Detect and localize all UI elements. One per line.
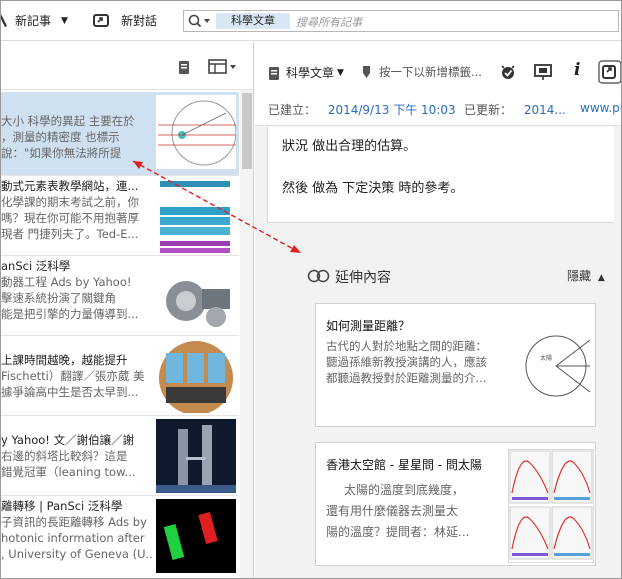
new-chat-label: 新對話 xyxy=(121,14,158,28)
note-snippet-line: 動器工程 Ads by Yahoo! xyxy=(1,275,132,289)
related-card-snippet: 古代的人對於地點之間的距離： xyxy=(326,339,487,353)
search-scope-chip[interactable]: 科學文章 xyxy=(216,13,290,29)
created-date: 已建立： 2014/9/13 下午 10:03 xyxy=(268,101,456,118)
related-card-snippet: 聽過孫維新教授演講的人，應該 xyxy=(326,355,487,369)
tag-area[interactable]: 按一下以新增標籤... xyxy=(361,64,482,80)
related-content-title: 延伸內容 xyxy=(335,270,391,286)
reminder-icon[interactable] xyxy=(499,63,517,81)
note-list-item[interactable]: 離轉移 | PanSci 泛科學 子資訊的長距離轉移 Ads by hotoni… xyxy=(1,496,239,578)
top-toolbar: 新記事 ▼ 新對話 科學文章 搜尋所有記事 xyxy=(1,1,621,41)
related-card-title: 香港太空館 - 星星問 - 問太陽 xyxy=(326,458,482,472)
presentation-icon[interactable] xyxy=(534,63,552,81)
related-content-icon xyxy=(307,269,330,283)
note-list-panel: 大小 科學的異起 主要在於 ，測量的精密度 也標示 說："如果你無法將所提 動式… xyxy=(1,42,254,578)
note-snippet-line: 子資訊的長距離轉移 Ads by xyxy=(1,515,147,529)
related-card-snippet: 還有用什麼儀器去測量太 xyxy=(326,504,459,518)
chevron-down-icon[interactable]: ▼ xyxy=(61,16,68,26)
note-snippet-line: 說："如果你無法將所提 xyxy=(1,146,122,160)
note-editor-panel: 科學文章 ▼ 按一下以新增標籤... i 已建立： 2014/9/13 下午 1… xyxy=(255,42,621,578)
note-thumbnail xyxy=(156,419,236,493)
new-chat-button[interactable]: 新對話 xyxy=(93,12,157,29)
chat-icon xyxy=(93,13,109,27)
source-url[interactable]: www.ph xyxy=(580,101,621,115)
related-card[interactable]: 如何測量距離？ 古代的人對於地點之間的距離： 聽過孫維新教授演講的人，應該 都聽… xyxy=(315,303,596,427)
note-thumbnail xyxy=(156,259,236,333)
updated-label: 已更新： xyxy=(464,103,513,117)
note-title: 動式元素表教學網站，連... xyxy=(1,179,139,193)
new-note-icon xyxy=(1,13,7,27)
hide-related-label: 隱藏 xyxy=(567,269,592,283)
diagram-label-sun: 太陽 xyxy=(540,354,552,362)
created-value[interactable]: 2014/9/13 下午 10:03 xyxy=(328,103,456,117)
share-icon[interactable] xyxy=(598,60,621,84)
note-snippet-line: 擊速系統扮演了關鍵角 xyxy=(1,291,116,305)
note-body[interactable]: 狀況 做出合理的估算。 然後 做為 下定決策 時的參考。 xyxy=(267,127,621,223)
chevron-down-icon: ▼ xyxy=(337,67,344,78)
note-title: 上課時間越晚，越能提升 xyxy=(1,353,128,367)
note-list-item[interactable]: y Yahoo! 文／謝伯讓／謝 右邊的斜塔比較斜？這是 錯覺冠軍（leanin… xyxy=(1,416,239,496)
new-note-button[interactable]: 新記事 ▼ xyxy=(1,12,68,29)
tag-input[interactable]: 按一下以新增標籤... xyxy=(379,64,482,80)
note-snippet-line: 現者 門捷列夫了。Ted-E... xyxy=(1,227,139,241)
note-thumbnail xyxy=(156,499,236,573)
note-body-line: 狀況 做出合理的估算。 xyxy=(282,139,417,154)
note-body-line: 然後 做為 下定決策 時的參考。 xyxy=(282,181,464,196)
note-snippet-line: 化學課的期末考試之前，你 xyxy=(1,195,139,209)
note-snippet-line: 嗎？現在你可能不用抱著厚 xyxy=(1,211,139,225)
notebook-icon xyxy=(269,66,279,80)
note-snippet-line: 能是把引擎的力量傳導到... xyxy=(1,307,139,321)
note-title: y Yahoo! 文／謝伯讓／謝 xyxy=(1,433,135,447)
tag-icon xyxy=(363,66,370,78)
info-icon[interactable]: i xyxy=(574,60,580,80)
note-body-edge xyxy=(614,127,621,223)
note-title: 離轉移 | PanSci 泛科學 xyxy=(1,499,123,513)
source-url-value[interactable]: www.ph xyxy=(580,101,621,115)
related-card-snippet: 太陽的溫度到底幾度， xyxy=(344,483,465,497)
note-title: anSci 泛科學 xyxy=(1,259,71,273)
related-card-snippet: 都聽過教授對於距離測量的介... xyxy=(326,371,487,385)
notebook-selector[interactable]: 科學文章 ▼ xyxy=(268,64,344,81)
note-snippet-line: hotonic information after xyxy=(1,531,145,545)
notebook-icon[interactable] xyxy=(178,59,190,75)
search-box[interactable]: 科學文章 搜尋所有記事 xyxy=(183,10,619,32)
updated-value[interactable]: 2014... xyxy=(524,103,566,117)
note-list-item[interactable]: 上課時間越晚，越能提升 Fischetti）翻譯／張亦葳 美 據爭論高中生是否太… xyxy=(1,336,239,416)
note-list-header xyxy=(1,42,253,90)
note-thumbnail xyxy=(156,339,236,413)
note-snippet-line: 據爭論高中生是否太早到... xyxy=(1,385,139,399)
note-list-item[interactable]: 動式元素表教學網站，連... 化學課的期末考試之前，你 嗎？現在你可能不用抱著厚… xyxy=(1,176,239,256)
related-card-snippet: 陽的溫度？提問者：林延... xyxy=(326,525,470,539)
search-input[interactable]: 搜尋所有記事 xyxy=(296,14,362,30)
related-card-image: 太陽 xyxy=(522,312,594,420)
note-snippet-line: , University of Geneva (U... xyxy=(1,547,153,561)
related-card-title: 如何測量距離？ xyxy=(326,319,411,333)
created-label: 已建立： xyxy=(268,103,317,117)
related-card[interactable]: 香港太空館 - 星星問 - 問太陽 太陽的溫度到底幾度， 還有用什麼儀器去測量太… xyxy=(315,442,596,566)
chevron-up-icon: ▲ xyxy=(597,273,605,283)
scrollbar-thumb[interactable] xyxy=(242,93,252,169)
search-icon[interactable] xyxy=(187,12,213,30)
view-options-icon[interactable] xyxy=(208,59,236,75)
note-list-scrollbar[interactable] xyxy=(240,90,253,578)
note-list-item[interactable]: 大小 科學的異起 主要在於 ，測量的精密度 也標示 說："如果你無法將所提 xyxy=(1,92,239,176)
note-thumbnail xyxy=(156,95,236,169)
note-thumbnail xyxy=(156,179,236,253)
editor-header: 科學文章 ▼ 按一下以新增標籤... i 已建立： 2014/9/13 下午 1… xyxy=(255,42,621,126)
new-note-label: 新記事 xyxy=(15,14,52,28)
updated-date: 已更新： 2014... xyxy=(464,101,566,118)
hide-related-button[interactable]: 隱藏 ▲ xyxy=(567,267,605,284)
related-card-image xyxy=(508,449,594,563)
app-window: 新記事 ▼ 新對話 科學文章 搜尋所有記事 大小 科學的異起 主要在於 ，測量的… xyxy=(0,0,622,579)
note-snippet-line: 右邊的斜塔比較斜？這是 xyxy=(1,449,128,463)
note-snippet-line: 錯覺冠軍（leaning tow... xyxy=(1,465,136,479)
notebook-name: 科學文章 xyxy=(286,66,335,80)
note-snippet-line: ，測量的精密度 也標示 xyxy=(1,130,120,144)
note-snippet-line: 大小 科學的異起 主要在於 xyxy=(1,114,135,128)
note-list-item[interactable]: anSci 泛科學 動器工程 Ads by Yahoo! 擊速系統扮演了關鍵角 … xyxy=(1,256,239,336)
note-snippet-line: Fischetti）翻譯／張亦葳 美 xyxy=(1,369,145,383)
